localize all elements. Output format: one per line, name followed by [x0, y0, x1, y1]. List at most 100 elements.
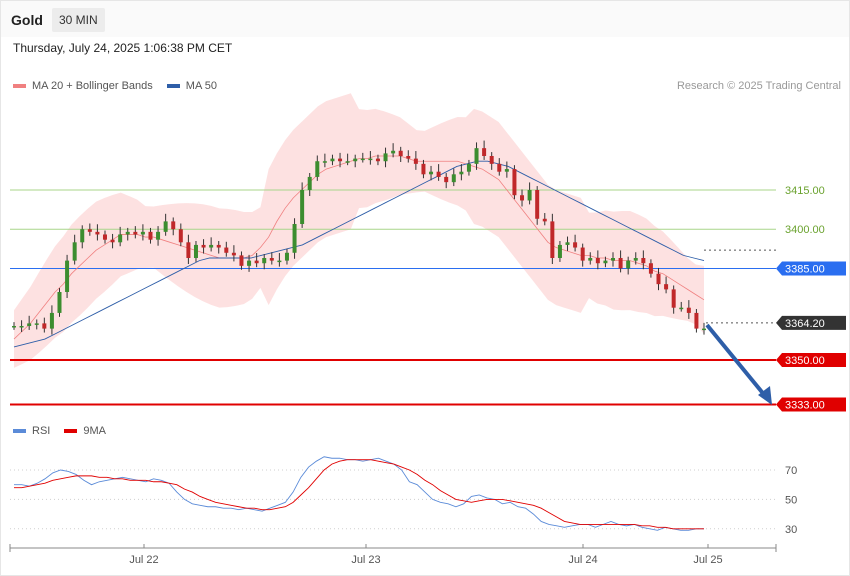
- candle-body: [482, 148, 487, 156]
- candle-body: [595, 258, 600, 264]
- candle-body: [557, 244, 562, 258]
- candle-body: [504, 169, 509, 172]
- candle-body: [375, 158, 380, 162]
- candle-body: [580, 247, 585, 261]
- level-label-3385.00: 3385.00: [785, 263, 825, 275]
- candle-body: [618, 258, 623, 269]
- bollinger-band: [14, 93, 704, 368]
- level-label-3415.00: 3415.00: [785, 185, 825, 197]
- price-chart: 3415.00 3400.00 3385.00 3364.20 3350.00 3333.…: [9, 93, 846, 566]
- candle-body: [239, 255, 244, 266]
- candle-body: [186, 242, 191, 258]
- candle-body: [65, 260, 70, 292]
- candle-body: [671, 289, 676, 308]
- candle-body: [42, 323, 47, 329]
- rsi-line: [14, 456, 704, 531]
- candle-body: [542, 218, 547, 222]
- candle-body: [573, 242, 578, 248]
- candle-body: [398, 150, 403, 156]
- rsi-tick-50: 50: [785, 494, 797, 506]
- candle-body: [656, 273, 661, 285]
- candle-body: [497, 163, 502, 172]
- candle-body: [686, 307, 691, 313]
- candle-body: [338, 158, 343, 162]
- candle-body: [664, 284, 669, 290]
- candle-body: [474, 148, 479, 164]
- candle-body: [406, 156, 411, 159]
- candle-body: [611, 258, 616, 261]
- candle-body: [489, 156, 494, 164]
- candle-body: [641, 258, 646, 264]
- candle-body: [307, 176, 312, 190]
- candle-body: [178, 229, 183, 243]
- candle-body: [360, 158, 365, 161]
- candle-body: [49, 312, 54, 329]
- candle-body: [466, 163, 471, 172]
- candle-body: [34, 323, 39, 325]
- candle-body: [72, 242, 77, 261]
- candle-body: [626, 260, 631, 269]
- rsi-tick-30: 30: [785, 524, 797, 536]
- candle-body: [603, 260, 608, 264]
- candle-body: [171, 221, 176, 230]
- candle-body: [118, 234, 123, 243]
- candle-body: [27, 323, 32, 326]
- candle-body: [330, 158, 335, 162]
- candle-body: [421, 163, 426, 175]
- candle-body: [163, 221, 168, 232]
- candle-body: [277, 260, 282, 263]
- candle-body: [383, 153, 388, 162]
- candle-body: [224, 247, 229, 253]
- candle-body: [133, 231, 138, 235]
- candle-body: [19, 326, 24, 328]
- candle-body: [322, 161, 327, 163]
- candle-body: [315, 161, 320, 177]
- candle-body: [633, 258, 638, 261]
- x-label-Jul 22: Jul 22: [129, 554, 158, 566]
- candle-body: [292, 224, 297, 253]
- candle-body: [391, 150, 396, 154]
- candle-body: [565, 242, 570, 245]
- candle-body: [254, 260, 259, 264]
- candle-body: [702, 328, 706, 331]
- candle-body: [140, 231, 145, 235]
- candle-body: [300, 190, 305, 224]
- x-label-Jul 25: Jul 25: [693, 554, 722, 566]
- candle-body: [588, 258, 593, 261]
- candle-body: [201, 244, 206, 248]
- candle-body: [451, 174, 456, 183]
- candle-body: [512, 169, 517, 196]
- candle-body: [679, 307, 684, 310]
- candle-body: [648, 263, 653, 274]
- candle-body: [444, 176, 449, 183]
- candle-body: [694, 312, 699, 329]
- candle-body: [429, 171, 434, 175]
- level-label-3364.20: 3364.20: [785, 318, 825, 330]
- candle-body: [550, 221, 555, 258]
- candle-body: [269, 258, 274, 261]
- candle-body: [353, 158, 358, 162]
- candle-body: [57, 292, 62, 313]
- candle-body: [110, 239, 115, 243]
- candle-body: [535, 190, 540, 219]
- candle-body: [247, 260, 252, 266]
- candle-body: [368, 158, 373, 161]
- level-label-3400.00: 3400.00: [785, 224, 825, 236]
- candle-body: [284, 252, 289, 261]
- candle-body: [436, 171, 441, 177]
- candle-body: [95, 231, 100, 235]
- candle-body: [459, 171, 464, 175]
- candle-body: [156, 231, 161, 240]
- candle-body: [216, 244, 221, 248]
- x-label-Jul 23: Jul 23: [351, 554, 380, 566]
- x-label-Jul 24: Jul 24: [568, 554, 597, 566]
- candle-body: [125, 231, 130, 235]
- candle-body: [520, 195, 525, 201]
- candle-body: [87, 229, 92, 232]
- candle-body: [345, 161, 350, 163]
- candle-body: [413, 158, 418, 164]
- rsi-tick-70: 70: [785, 465, 797, 477]
- candle-body: [12, 326, 16, 328]
- candle-body: [262, 258, 267, 264]
- candle-body: [193, 244, 198, 258]
